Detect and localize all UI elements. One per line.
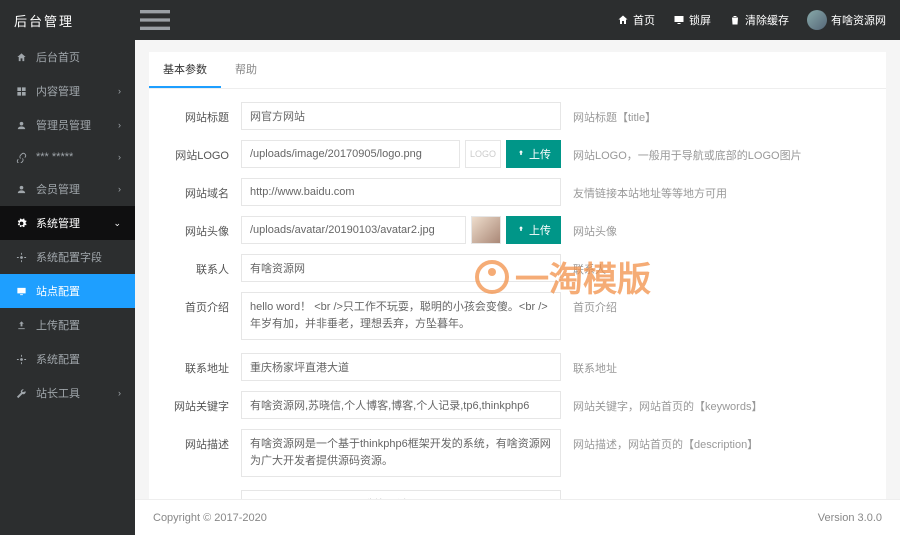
upload-avatar-button[interactable]: 上传	[506, 216, 561, 244]
tab-basic[interactable]: 基本参数	[149, 52, 221, 88]
hint-title: 网站标题【title】	[573, 102, 868, 125]
label-domain: 网站域名	[167, 178, 229, 201]
chevron-right-icon: ›	[118, 120, 121, 130]
label-avatar: 网站头像	[167, 216, 229, 239]
avatar-preview	[471, 216, 501, 244]
cloud-upload-icon	[516, 149, 526, 159]
nav-user-link[interactable]: 有啥资源网	[807, 10, 886, 30]
upload-icon	[14, 320, 28, 331]
sidebar-item-link[interactable]: *** *****›	[0, 142, 135, 172]
upload-logo-button[interactable]: 上传	[506, 140, 561, 168]
nav-home-link[interactable]: 首页	[617, 12, 655, 28]
label-address: 联系地址	[167, 353, 229, 376]
sidebar-item-member[interactable]: 会员管理›	[0, 172, 135, 206]
chevron-down-icon: ⌄	[113, 218, 121, 229]
chevron-right-icon: ›	[118, 86, 121, 96]
input-address[interactable]	[241, 353, 561, 381]
tabs: 基本参数 帮助	[149, 52, 886, 89]
user-icon	[14, 184, 28, 195]
label-beian: 网站备案号	[167, 490, 229, 499]
nav-clear-cache-link[interactable]: 清除缓存	[729, 12, 789, 28]
monitor-icon	[14, 286, 28, 297]
textarea-intro[interactable]: hello word！ <br />只工作不玩耍，聪明的小孩会变傻。<br />…	[241, 292, 561, 340]
hint-avatar: 网站头像	[573, 216, 868, 239]
input-avatar[interactable]	[241, 216, 466, 244]
users-icon	[14, 120, 28, 131]
monitor-icon	[673, 14, 685, 26]
label-intro: 首页介绍	[167, 292, 229, 315]
trash-icon	[729, 14, 741, 26]
hint-domain: 友情链接本站地址等等地方可用	[573, 178, 868, 201]
sidebar-item-sys-config[interactable]: 系统配置	[0, 342, 135, 376]
wrench-icon	[14, 388, 28, 399]
header-right: 首页 锁屏 清除缓存 有啥资源网	[617, 10, 900, 30]
menu-icon	[135, 0, 175, 40]
label-title: 网站标题	[167, 102, 229, 125]
footer: Copyright © 2017-2020 Version 3.0.0	[135, 499, 900, 535]
label-logo: 网站LOGO	[167, 140, 229, 163]
label-keywords: 网站关键字	[167, 391, 229, 414]
nav-lock-link[interactable]: 锁屏	[673, 12, 711, 28]
form-card: 基本参数 帮助 网站标题网站标题【title】 网站LOGOLOGO上传网站LO…	[149, 52, 886, 499]
input-logo[interactable]	[241, 140, 460, 168]
tab-help[interactable]: 帮助	[221, 52, 271, 88]
home-icon	[14, 52, 28, 63]
logo-preview: LOGO	[465, 140, 501, 168]
hint-desc: 网站描述，网站首页的【description】	[573, 429, 868, 452]
main-content: 基本参数 帮助 网站标题网站标题【title】 网站LOGOLOGO上传网站LO…	[135, 40, 900, 535]
config-form: 网站标题网站标题【title】 网站LOGOLOGO上传网站LOGO，一般用于导…	[149, 89, 886, 499]
sidebar-item-tools[interactable]: 站长工具›	[0, 376, 135, 410]
hint-logo: 网站LOGO，一般用于导航或底部的LOGO图片	[573, 140, 868, 163]
textarea-desc[interactable]: 有啥资源网是一个基于thinkphp6框架开发的系统，有啥资源网为广大开发者提供…	[241, 429, 561, 477]
label-desc: 网站描述	[167, 429, 229, 452]
sidebar-item-site-config[interactable]: 站点配置	[0, 274, 135, 308]
grid-icon	[14, 86, 28, 97]
sidebar-item-config-field[interactable]: 系统配置字段	[0, 240, 135, 274]
input-title[interactable]	[241, 102, 561, 130]
sidebar-item-content[interactable]: 内容管理›	[0, 74, 135, 108]
menu-toggle-button[interactable]	[135, 0, 175, 40]
input-contact[interactable]	[241, 254, 561, 282]
cloud-upload-icon	[516, 225, 526, 235]
chevron-right-icon: ›	[118, 388, 121, 398]
home-icon	[617, 14, 629, 26]
hint-beian: 网站备案号	[573, 490, 868, 499]
version: Version 3.0.0	[818, 512, 882, 524]
top-header: 后台管理 首页 锁屏 清除缓存 有啥资源网	[0, 0, 900, 40]
input-domain[interactable]	[241, 178, 561, 206]
link-icon	[14, 152, 28, 163]
hint-contact: 联系人	[573, 254, 868, 277]
gear-icon	[14, 218, 28, 229]
hint-address: 联系地址	[573, 353, 868, 376]
input-beian[interactable]	[241, 490, 561, 499]
copyright: Copyright © 2017-2020	[153, 512, 267, 524]
sidebar-item-system[interactable]: 系统管理⌄	[0, 206, 135, 240]
hint-keywords: 网站关键字，网站首页的【keywords】	[573, 391, 868, 414]
chevron-right-icon: ›	[118, 152, 121, 162]
label-contact: 联系人	[167, 254, 229, 277]
sidebar-item-upload-config[interactable]: 上传配置	[0, 308, 135, 342]
brand: 后台管理	[0, 11, 135, 30]
avatar	[807, 10, 827, 30]
input-keywords[interactable]	[241, 391, 561, 419]
sidebar-item-admin[interactable]: 管理员管理›	[0, 108, 135, 142]
chevron-right-icon: ›	[118, 184, 121, 194]
sidebar: 后台首页 内容管理› 管理员管理› *** *****› 会员管理› 系统管理⌄…	[0, 40, 135, 535]
gear-icon	[14, 252, 28, 263]
sidebar-item-dashboard[interactable]: 后台首页	[0, 40, 135, 74]
gear-icon	[14, 354, 28, 365]
hint-intro: 首页介绍	[573, 292, 868, 315]
